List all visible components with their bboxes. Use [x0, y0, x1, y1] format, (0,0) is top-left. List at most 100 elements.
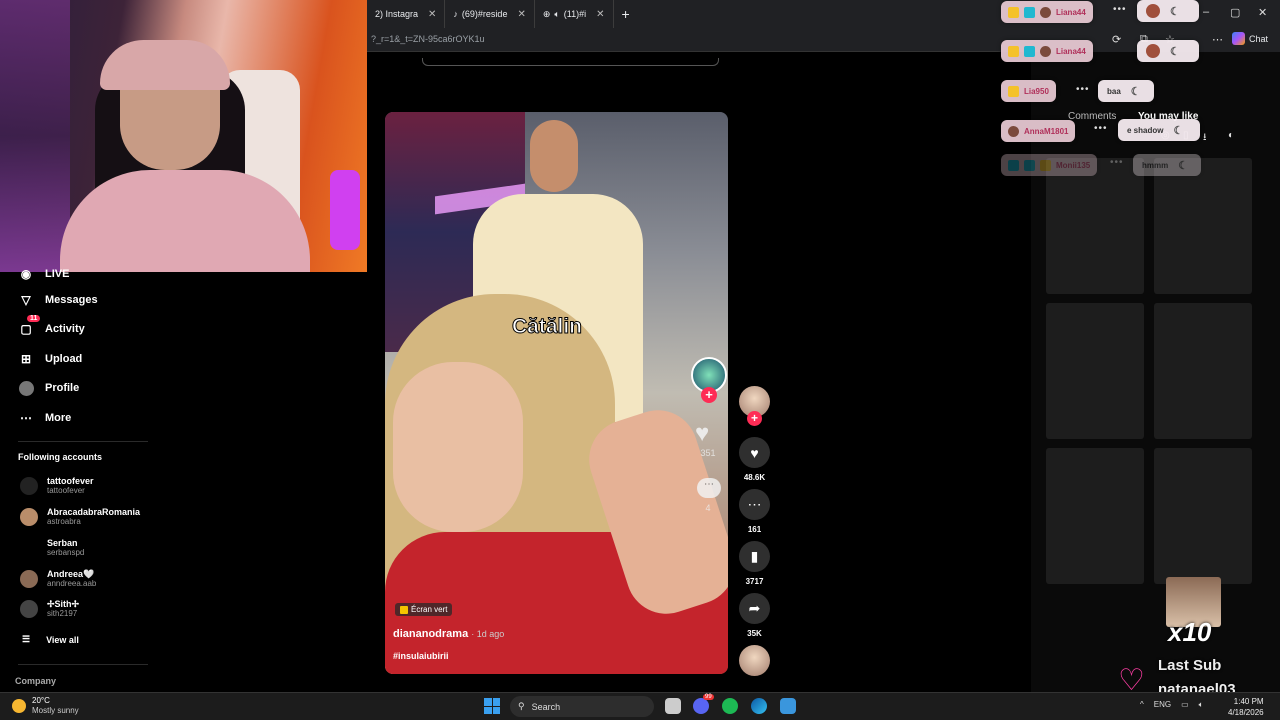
following-account[interactable]: tattoofever tattoofever — [20, 476, 94, 496]
chevron-up-icon[interactable]: ^ — [1140, 700, 1144, 710]
inner-comment-icon: ⋯ — [697, 478, 721, 498]
green-screen-label: Écran vert — [411, 605, 448, 614]
moon-icon: ☾ — [1130, 85, 1141, 98]
follow-plus-icon[interactable]: + — [747, 411, 762, 426]
sidebar-item-activity[interactable]: ▢ 11 Activity — [18, 315, 85, 337]
minimize-button[interactable]: – — [1203, 6, 1209, 18]
last-sub-label: Last Sub — [1158, 657, 1222, 674]
tab-instagram[interactable]: 2) Instagra ✕ — [367, 0, 446, 28]
menu-dots-icon[interactable]: ⋯ — [1212, 33, 1223, 46]
store-icon[interactable] — [780, 698, 796, 714]
refresh-icon[interactable]: ⟳ — [1112, 33, 1121, 46]
following-account[interactable]: Serban serbanspd — [20, 538, 84, 558]
chat-message-text: baa — [1107, 86, 1121, 96]
view-all-button[interactable]: ☰ View all — [22, 634, 79, 645]
suggested-video-tile[interactable] — [1154, 303, 1252, 439]
sidebar-item-profile[interactable]: Profile — [18, 380, 79, 396]
video-caption-overlay: Cătălin — [511, 315, 583, 339]
suggested-video-tile[interactable] — [1046, 448, 1144, 584]
view-all-label: View all — [46, 634, 79, 645]
suggested-video-tile[interactable] — [1154, 158, 1252, 294]
plus-square-icon: ⊞ — [20, 352, 32, 366]
sidebar-item-label: Profile — [45, 382, 80, 394]
webcam-cap — [100, 40, 230, 90]
file-explorer-icon[interactable] — [665, 698, 681, 714]
edge-icon[interactable] — [751, 698, 767, 714]
list-icon: ☰ — [22, 634, 31, 644]
following-account[interactable]: Andreea🤍 anndreea.aab — [20, 569, 96, 589]
account-name: Serban — [47, 538, 78, 548]
chat-ellipsis-icon: ••• — [1094, 123, 1108, 134]
video-hashtag[interactable]: #insulaiubirii — [393, 651, 449, 661]
company-section[interactable]: Company — [15, 676, 56, 686]
crown-badge-icon — [1008, 45, 1019, 57]
comment-icon: ⋯ — [747, 496, 762, 512]
streamer-webcam — [0, 0, 367, 272]
chat-message-pill: ☾ — [1137, 40, 1199, 62]
share-button[interactable]: ➦ — [739, 593, 770, 624]
download-icon[interactable]: ⭳ — [1203, 130, 1207, 147]
suggested-video-tile[interactable] — [1154, 448, 1252, 584]
copilot-chat-button[interactable]: Chat — [1232, 32, 1268, 45]
comment-button[interactable]: ⋯ — [739, 489, 770, 520]
close-tab-icon[interactable]: ✕ — [517, 9, 525, 20]
volume-icon[interactable]: 🔈︎ — [1199, 700, 1204, 710]
suggested-video-tile[interactable] — [1046, 158, 1144, 294]
maximize-button[interactable]: ▢ — [1230, 6, 1240, 19]
taskbar-clock[interactable]: 1:40 PM 4/18/2026 — [1228, 696, 1264, 718]
inner-like-count: 351 — [700, 448, 716, 458]
platform-badge-icon — [1024, 159, 1035, 171]
heart-icon: ♥ — [750, 444, 759, 461]
video-player[interactable]: Cătălin + ♥ 351 ⋯ 4 Écran vert diananodr… — [385, 112, 728, 674]
user-avatar-icon[interactable]: ◐ — [1228, 130, 1234, 141]
platform-badge-icon — [1024, 6, 1035, 18]
address-bar[interactable]: ?_r=1&_t=ZN-95ca6rOYK1u — [367, 28, 1000, 52]
video-author[interactable]: diananodrama · 1d ago — [393, 628, 504, 640]
inner-follow-plus-icon[interactable]: + — [701, 387, 717, 403]
sidebar-item-live[interactable]: ◉ LIVE — [18, 266, 70, 282]
like-button[interactable]: ♥ — [739, 437, 770, 468]
chat-message-pill: e shadow ☾ — [1118, 119, 1200, 141]
sidebar-item-messages[interactable]: ▽ Messages — [18, 292, 97, 308]
share-count: 35K — [747, 629, 762, 638]
account-handle: astroabra — [47, 517, 81, 526]
crown-badge-icon — [1040, 159, 1051, 171]
following-account[interactable]: AbracadabraRomania astroabra — [20, 507, 140, 527]
new-tab-button[interactable]: + — [614, 0, 638, 28]
avatar — [20, 539, 38, 557]
system-tray[interactable]: ^ ENG ▭ 🔈︎ — [1140, 700, 1203, 710]
sidebar-item-upload[interactable]: ⊞ Upload — [18, 351, 82, 367]
music-disc-avatar[interactable] — [739, 645, 770, 676]
weather-widget[interactable]: 20°C Mostly sunny — [12, 696, 79, 716]
save-button[interactable]: ▮ — [739, 541, 770, 572]
close-window-button[interactable]: ✕ — [1258, 6, 1267, 19]
language-indicator[interactable]: ENG — [1154, 700, 1171, 710]
suggested-video-tile[interactable] — [1046, 303, 1144, 439]
crown-badge-icon — [1008, 6, 1019, 18]
discord-icon[interactable] — [693, 698, 709, 714]
spotify-icon[interactable] — [722, 698, 738, 714]
tab-comments[interactable]: Comments — [1068, 111, 1116, 122]
chat-user-pill: AnnaM1801 — [1001, 120, 1076, 142]
sidebar-item-more[interactable]: ⋯ More — [18, 410, 71, 426]
close-tab-icon[interactable]: ✕ — [596, 9, 604, 20]
tab-tiktok-residence[interactable]: ♪ (69)#reside ✕ — [445, 0, 535, 28]
bookmark-icon: ▮ — [750, 548, 759, 564]
comment-count: 161 — [747, 525, 762, 534]
like-count: 48.6K — [743, 473, 766, 482]
clock-date: 4/18/2026 — [1228, 708, 1264, 717]
windows-start-icon[interactable] — [484, 698, 500, 714]
following-account[interactable]: ✢Sith✢ sith2197 — [20, 599, 79, 619]
sidebar: ◉ LIVE ▽ Messages ▢ 11 Activity ⊞ Upload Prof… — [0, 267, 367, 692]
network-icon[interactable]: ▭ — [1181, 700, 1189, 710]
green-screen-tag[interactable]: Écran vert — [395, 603, 453, 616]
taskbar-search[interactable]: ⚲ Search — [510, 696, 654, 717]
tab-active[interactable]: ⊕ 🔈︎ (11)#i ✕ — [535, 0, 614, 28]
moon-icon: ☾ — [1178, 159, 1189, 172]
following-accounts-title: Following accounts — [18, 452, 103, 462]
chat-user-pill: Lia950 — [1001, 80, 1056, 102]
account-name: ✢Sith✢ — [47, 599, 80, 609]
chat-message-pill: baa ☾ — [1098, 80, 1154, 102]
close-tab-icon[interactable]: ✕ — [428, 9, 436, 20]
inner-comment-count: 4 — [705, 503, 711, 513]
